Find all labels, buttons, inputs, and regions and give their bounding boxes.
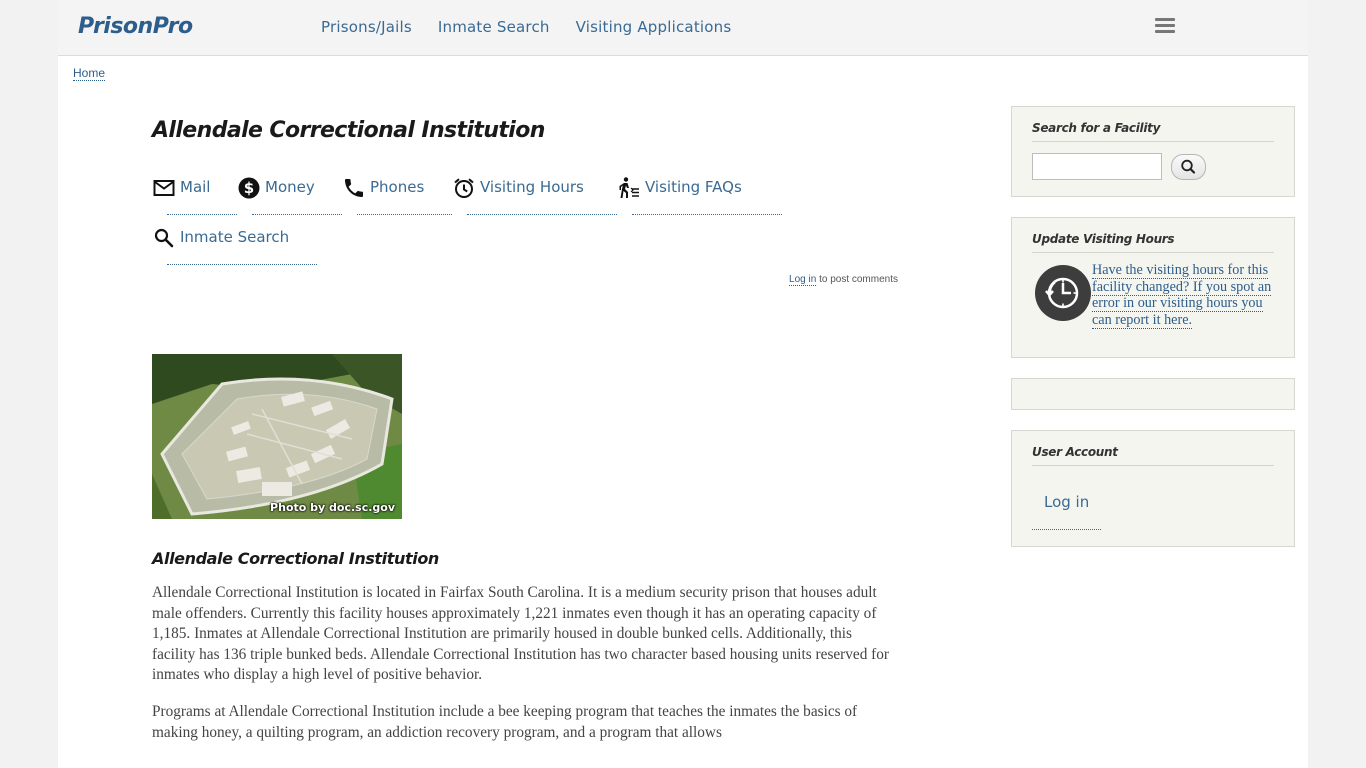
tab-phones-label: Phones	[370, 178, 425, 196]
tab-visiting-faqs-label: Visiting FAQs	[645, 178, 742, 196]
dollar-icon: $	[238, 177, 260, 199]
mail-icon	[153, 180, 175, 196]
facility-photo: Photo by doc.sc.gov	[152, 354, 402, 519]
svg-text:$: $	[244, 179, 254, 197]
account-login-link[interactable]: Log in	[1032, 493, 1102, 530]
user-account-block: User Account Log in	[1011, 430, 1295, 547]
page-wrapper: PrisonPro Prisons/Jails Inmate Search Vi…	[58, 0, 1308, 768]
tab-phones[interactable]: Phones	[342, 176, 452, 216]
report-hours-link[interactable]: Have the visiting hours for this facilit…	[1092, 262, 1272, 329]
search-facility-title: Search for a Facility	[1032, 121, 1274, 142]
search-icon	[154, 228, 174, 248]
tab-visiting-faqs[interactable]: Visiting FAQs	[617, 176, 782, 216]
alarm-clock-icon	[454, 178, 474, 198]
tab-visiting-hours-label: Visiting Hours	[480, 178, 584, 196]
aerial-photo-image	[152, 354, 402, 519]
tab-money-label: Money	[265, 178, 315, 196]
tab-mail-label: Mail	[180, 178, 211, 196]
photo-credit: Photo by doc.sc.gov	[270, 501, 395, 514]
search-icon	[1181, 159, 1196, 174]
main-content: Allendale Correctional Institution Mail …	[152, 118, 898, 741]
empty-sidebar-block	[1011, 378, 1295, 410]
tab-mail[interactable]: Mail	[152, 176, 238, 216]
tab-money[interactable]: $ Money	[237, 176, 342, 216]
breadcrumb-home[interactable]: Home	[73, 66, 106, 81]
paragraph: Programs at Allendale Correctional Insti…	[152, 702, 858, 741]
tab-inmate-search[interactable]: Inmate Search	[152, 226, 318, 266]
site-logo[interactable]: PrisonPro	[78, 14, 193, 39]
update-hours-title: Update Visiting Hours	[1032, 232, 1274, 253]
nav-inmate-search[interactable]: Inmate Search	[438, 18, 550, 36]
update-hours-block: Update Visiting Hours Have the visiting …	[1011, 217, 1295, 358]
breadcrumb: Home	[73, 66, 106, 81]
page-title: Allendale Correctional Institution	[152, 118, 545, 143]
site-header: PrisonPro Prisons/Jails Inmate Search Vi…	[58, 0, 1308, 56]
person-walking-icon	[619, 177, 639, 198]
paragraph: Allendale Correctional Institution is lo…	[152, 584, 890, 684]
comment-login-note: Log in to post comments	[789, 274, 898, 286]
phone-icon	[345, 179, 363, 197]
hamburger-menu-icon[interactable]	[1155, 18, 1175, 34]
clock-history-icon	[1035, 265, 1091, 321]
user-account-title: User Account	[1032, 445, 1274, 466]
main-nav: Prisons/Jails Inmate Search Visiting App…	[321, 18, 753, 37]
search-facility-block: Search for a Facility	[1011, 106, 1295, 197]
update-hours-text: Have the visiting hours for this facilit…	[1092, 262, 1274, 329]
nav-prisons-jails[interactable]: Prisons/Jails	[321, 18, 412, 36]
facility-search-button[interactable]	[1171, 154, 1206, 180]
comment-login-suffix: to post comments	[816, 274, 898, 285]
comment-login-link[interactable]: Log in	[789, 274, 817, 286]
tab-inmate-search-label: Inmate Search	[180, 228, 290, 246]
nav-visiting-applications[interactable]: Visiting Applications	[576, 18, 732, 36]
tab-visiting-hours[interactable]: Visiting Hours	[452, 176, 617, 216]
facility-description: Allendale Correctional Institution is lo…	[152, 583, 898, 759]
section-subtitle: Allendale Correctional Institution	[152, 549, 439, 568]
facility-search-input[interactable]	[1032, 153, 1162, 180]
